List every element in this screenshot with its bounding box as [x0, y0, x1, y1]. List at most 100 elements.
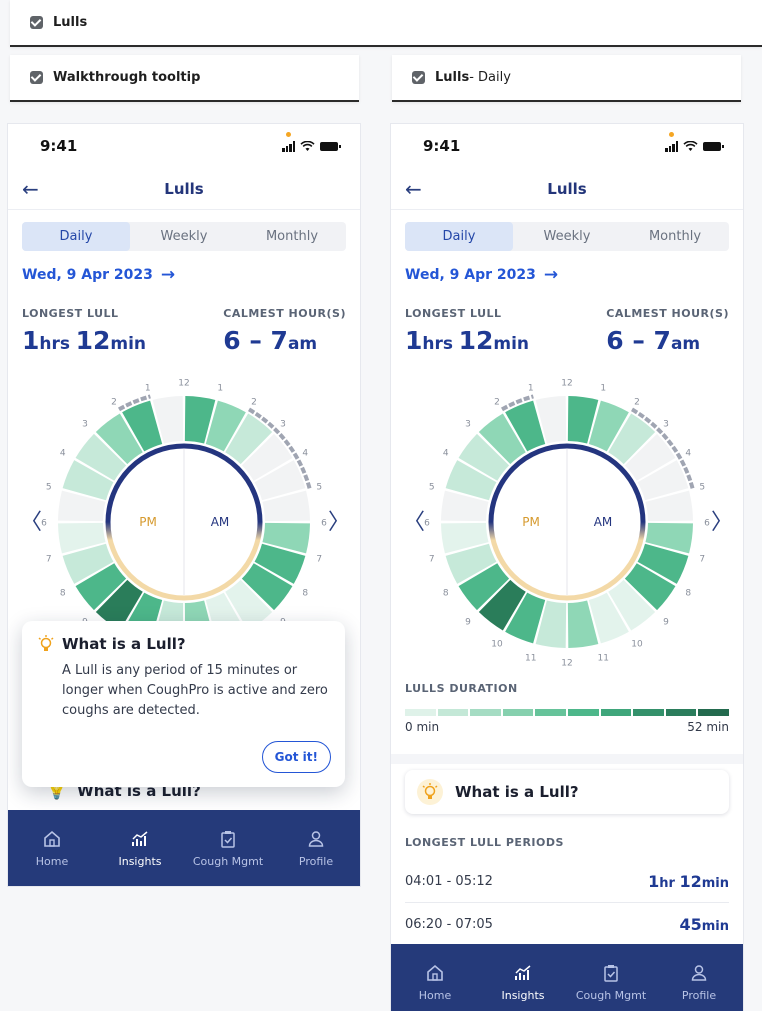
profile-icon: [691, 964, 707, 981]
hour-tick-label: 10: [631, 640, 643, 650]
signal-icon: [282, 140, 295, 152]
hour-tick-label: 9: [663, 617, 669, 627]
hour-tick-label: 6: [704, 519, 710, 529]
got-it-button[interactable]: Got it!: [261, 741, 331, 773]
tab-monthly[interactable]: Monthly: [621, 222, 729, 251]
date-selector[interactable]: Wed, 9 Apr 2023 →: [22, 265, 346, 285]
calmest-hours: CALMEST HOUR(S) 6 – 7am: [223, 307, 346, 355]
tooltip-body: A Lull is any period of 15 minutes or lo…: [62, 663, 328, 718]
status-icons: [282, 131, 341, 152]
status-time: 9:41: [423, 137, 461, 155]
date-label: Wed, 9 Apr 2023: [405, 267, 536, 283]
tab-daily[interactable]: Daily: [22, 222, 130, 251]
battery-icon: [703, 141, 724, 151]
duration-step: [633, 709, 664, 716]
hour-tick-label: 3: [280, 420, 286, 430]
hour-tick-label: 4: [685, 449, 691, 459]
screen-title: Lulls: [547, 179, 587, 198]
nav-label: Home: [35, 854, 69, 868]
lightbulb-icon: [38, 635, 54, 651]
nav-cough-mgmt[interactable]: Cough Mgmt: [184, 810, 272, 886]
home-icon: [427, 964, 443, 981]
hour-tick-label: 9: [465, 617, 471, 627]
bottom-nav: Home Insights Cough Mgmt Profile: [391, 944, 743, 1011]
hour-tick-label: 5: [46, 482, 52, 492]
duration-label: LULLS DURATION: [405, 682, 518, 695]
lightbulb-icon: [417, 779, 443, 805]
period-row: 04:01 - 05:12 1hr 12min: [405, 861, 729, 903]
chevron-right-icon[interactable]: 〉: [328, 504, 350, 536]
hour-tick-label: 7: [46, 555, 52, 565]
nav-insights[interactable]: Insights: [479, 944, 567, 1011]
nav-label: Cough Mgmt: [192, 854, 264, 868]
profile-icon: [308, 830, 324, 847]
lulls-duration: LULLS DURATION 0 min 52 min: [405, 682, 729, 734]
phone-walkthrough: 9:41 ← Lulls Daily Weekly Monthly Wed, 9…: [8, 124, 360, 886]
frame-label-text: Walkthrough tooltip: [53, 70, 201, 85]
tab-weekly[interactable]: Weekly: [130, 222, 238, 251]
tooltip-title: What is a Lull?: [62, 635, 186, 653]
metrics-row: LONGEST LULL 1hrs 12min CALMEST HOUR(S) …: [405, 307, 729, 355]
arrow-right-icon[interactable]: →: [544, 265, 558, 285]
clipboard-icon: [604, 964, 618, 982]
hour-tick-label: 1: [217, 383, 223, 393]
back-arrow-icon[interactable]: ←: [22, 177, 39, 201]
what-is-lull-card[interactable]: What is a Lull?: [405, 770, 729, 814]
hour-tick-label: 7: [429, 555, 435, 565]
duration-scale: [405, 709, 729, 716]
duration-step: [600, 709, 632, 716]
nav-home[interactable]: Home: [8, 810, 96, 886]
longest-lull: LONGEST LULL 1hrs 12min: [22, 307, 146, 355]
lull-card-title: What is a Lull?: [455, 783, 579, 801]
tab-monthly[interactable]: Monthly: [238, 222, 346, 251]
hour-tick-label: 1: [600, 383, 606, 393]
nav-profile[interactable]: Profile: [655, 944, 743, 1011]
chevron-left-icon[interactable]: 〈: [20, 504, 42, 536]
tooltip-header: What is a Lull?: [38, 635, 329, 653]
hour-tick-label: 2: [251, 397, 257, 407]
nav-home[interactable]: Home: [391, 944, 479, 1011]
nav-label: Cough Mgmt: [575, 988, 647, 1002]
period-duration: 1hr 12min: [648, 872, 729, 891]
battery-icon: [320, 141, 341, 151]
checkbox-icon: [412, 71, 425, 84]
hour-tick-label: 4: [302, 449, 308, 459]
chevron-right-icon[interactable]: 〉: [711, 504, 733, 536]
tab-daily[interactable]: Daily: [405, 222, 513, 251]
nav-label: Profile: [681, 988, 717, 1002]
frame-label-walkthrough: Walkthrough tooltip: [10, 55, 359, 102]
walkthrough-tooltip: What is a Lull? A Lull is any period of …: [22, 621, 345, 787]
hour-tick-label: 10: [491, 640, 503, 650]
wifi-icon: [300, 140, 315, 151]
checkbox-icon: [30, 71, 43, 84]
hour-tick-label: 4: [60, 449, 66, 459]
nav-cough-mgmt[interactable]: Cough Mgmt: [567, 944, 655, 1011]
hour-tick-label: 6: [321, 519, 327, 529]
back-arrow-icon[interactable]: ←: [405, 177, 422, 201]
date-selector[interactable]: Wed, 9 Apr 2023 →: [405, 265, 729, 285]
status-time: 9:41: [40, 137, 78, 155]
duration-step: [502, 709, 534, 716]
metrics-row: LONGEST LULL 1hrs 12min CALMEST HOUR(S) …: [22, 307, 346, 355]
hour-tick-label: 3: [465, 420, 471, 430]
duration-step: [405, 709, 436, 716]
wifi-icon: [683, 140, 698, 151]
section-separator: [391, 754, 743, 764]
arrow-right-icon[interactable]: →: [161, 265, 175, 285]
dial-chart: PMAM121234567891011121110987654321: [424, 379, 710, 669]
mic-indicator-icon: [669, 131, 674, 137]
period-row: 06:20 - 07:05 45min: [405, 903, 729, 945]
insights-icon: [132, 830, 148, 846]
hour-tick-label: 8: [443, 589, 449, 599]
chevron-left-icon[interactable]: 〈: [403, 504, 425, 536]
tab-weekly[interactable]: Weekly: [513, 222, 621, 251]
frame-label-text: Lulls: [435, 70, 470, 85]
hour-tick-label: 11: [598, 654, 609, 664]
hour-tick-label: 8: [60, 589, 66, 599]
hour-tick-label: 1: [528, 383, 534, 393]
nav-profile[interactable]: Profile: [272, 810, 360, 886]
nav-label: Profile: [298, 854, 334, 868]
nav-insights[interactable]: Insights: [96, 810, 184, 886]
pm-label: PM: [139, 515, 157, 529]
calmest-hours-label: CALMEST HOUR(S): [606, 307, 729, 320]
